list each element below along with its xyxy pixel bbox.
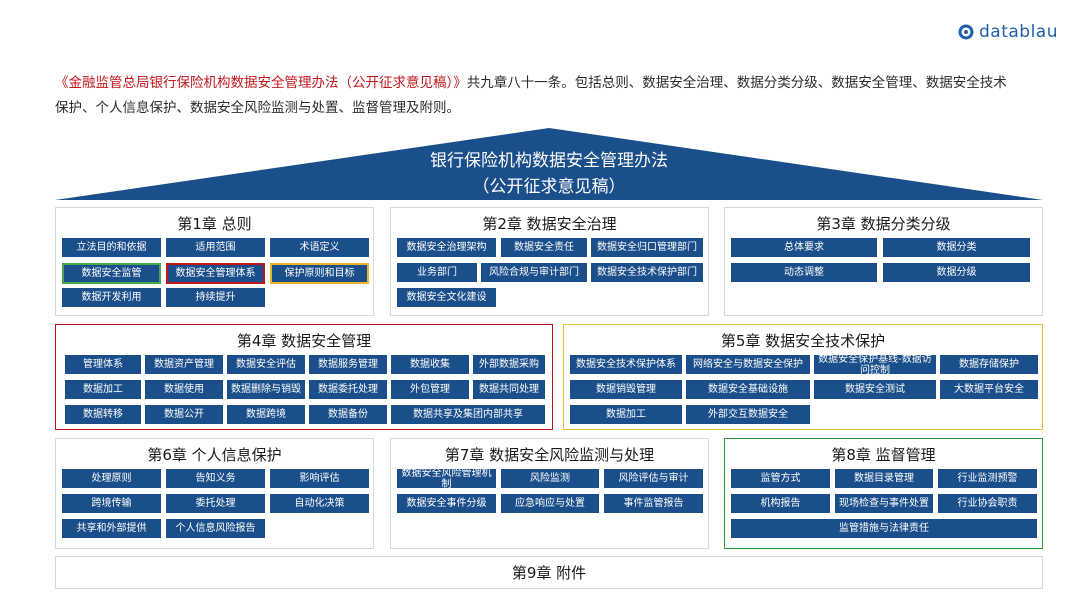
chapter-item[interactable]: 动态调整 [731, 263, 877, 282]
chapter-item[interactable]: 数据委托处理 [309, 380, 387, 399]
chapter-item[interactable]: 数据安全技术保护部门 [591, 263, 703, 282]
chapter-item[interactable]: 事件监管报告 [604, 494, 703, 513]
chapter-item[interactable]: 风险评估与审计 [604, 469, 703, 488]
chapter-item[interactable]: 管理体系 [65, 355, 141, 374]
chapter-item[interactable]: 数据跨境 [227, 405, 305, 424]
chapter-item[interactable]: 大数据平台安全 [940, 380, 1038, 399]
chapter-item[interactable]: 风险合规与审计部门 [481, 263, 587, 282]
chapter-item[interactable]: 数据使用 [145, 380, 223, 399]
chapter-item[interactable]: 数据安全保护基线-数据访问控制 [814, 355, 936, 374]
chapter-title: 第3章 数据分类分级 [816, 215, 951, 233]
chapter-item[interactable]: 数据加工 [570, 405, 682, 424]
brand-name: datablau [979, 22, 1058, 42]
chapter-item[interactable]: 共享和外部提供 [62, 519, 161, 538]
chapter-item[interactable]: 监管措施与法律责任 [731, 519, 1037, 538]
chapter-item[interactable]: 数据分级 [883, 263, 1030, 282]
chapter-item[interactable]: 数据服务管理 [309, 355, 387, 374]
chapter-item[interactable]: 数据销毁管理 [570, 380, 682, 399]
chapter-item[interactable]: 适用范围 [166, 238, 265, 257]
brand-logo: datablau [958, 22, 1058, 42]
chapter-9-panel: 第9章 附件 [55, 556, 1043, 589]
chapter-item[interactable]: 数据安全评估 [227, 355, 305, 374]
chapter-item[interactable]: 外部数据采购 [473, 355, 545, 374]
chapter-item[interactable]: 立法目的和依据 [62, 238, 161, 257]
chapter-item[interactable]: 数据分类 [883, 238, 1030, 257]
chapter-item[interactable]: 数据安全治理架构 [397, 238, 496, 257]
chapter-item[interactable]: 保护原则和目标 [270, 263, 369, 284]
chapter-item[interactable]: 持续提升 [166, 288, 265, 307]
chapter-title: 第1章 总则 [177, 215, 252, 233]
chapter-item[interactable]: 数据安全归口管理部门 [591, 238, 703, 257]
chapter-item[interactable]: 处理原则 [62, 469, 161, 488]
chapter-title: 第4章 数据安全管理 [236, 332, 372, 350]
chapter-item[interactable]: 影响评估 [270, 469, 369, 488]
chapter-item[interactable]: 数据安全技术保护体系 [570, 355, 682, 374]
chapter-item[interactable]: 跨境传输 [62, 494, 161, 513]
chapter-item[interactable]: 外包管理 [391, 380, 469, 399]
chapter-item[interactable]: 数据存储保护 [940, 355, 1038, 374]
chapter-item[interactable]: 数据公开 [145, 405, 223, 424]
chapter-title: 第6章 个人信息保护 [147, 446, 282, 464]
chapter-item[interactable]: 总体要求 [731, 238, 877, 257]
chapter-item[interactable]: 数据共享及集团内部共享 [391, 405, 545, 424]
chapter-3-panel: 第3章 数据分类分级 总体要求 数据分类 动态调整 数据分级 [724, 207, 1043, 316]
chapter-title: 第7章 数据安全风险监测与处理 [444, 446, 655, 464]
chapter-1-panel: 第1章 总则 立法目的和依据 适用范围 术语定义 数据安全监管 数据安全管理体系… [55, 207, 374, 316]
chapter-item[interactable]: 数据开发利用 [62, 288, 161, 307]
chapter-title: 第2章 数据安全治理 [482, 215, 617, 233]
diagram-title-line1: 银行保险机构数据安全管理办法 [430, 151, 668, 171]
intro-title: 《金融监管总局银行保险机构数据安全管理办法（公开征求意见稿）》 [55, 75, 467, 91]
chapter-item[interactable]: 数据转移 [65, 405, 141, 424]
chapter-title: 第9章 附件 [511, 564, 587, 582]
chapter-item[interactable]: 数据安全基础设施 [686, 380, 810, 399]
chapter-5-panel: 第5章 数据安全技术保护 数据安全技术保护体系 网络安全与数据安全保护 数据安全… [563, 324, 1043, 430]
chapter-item[interactable]: 告知义务 [166, 469, 265, 488]
chapter-item[interactable]: 数据加工 [65, 380, 141, 399]
chapter-item[interactable]: 数据安全责任 [501, 238, 587, 257]
diagram-title-line2: （公开征求意见稿） [472, 177, 626, 197]
chapter-item[interactable]: 网络安全与数据安全保护 [686, 355, 810, 374]
chapter-item[interactable]: 现场检查与事件处置 [835, 494, 933, 513]
chapter-item[interactable]: 业务部门 [397, 263, 477, 282]
chapter-title: 第5章 数据安全技术保护 [720, 332, 886, 350]
chapter-title: 第8章 监督管理 [831, 446, 936, 464]
chapter-item[interactable]: 自动化决策 [270, 494, 369, 513]
diagram-title: 银行保险机构数据安全管理办法 （公开征求意见稿） [55, 148, 1043, 200]
chapter-item[interactable]: 数据安全事件分级 [397, 494, 496, 513]
chapter-item[interactable]: 数据安全管理体系 [166, 263, 265, 284]
chapter-item[interactable]: 数据安全测试 [814, 380, 936, 399]
chapter-item[interactable]: 数据安全监管 [62, 263, 161, 284]
chapter-item[interactable]: 数据备份 [309, 405, 387, 424]
chapter-item[interactable]: 数据安全文化建设 [397, 288, 496, 307]
chapter-item[interactable]: 个人信息风险报告 [166, 519, 265, 538]
chapter-item[interactable]: 行业监测预警 [938, 469, 1037, 488]
chapter-item[interactable]: 委托处理 [166, 494, 265, 513]
chapter-2-panel: 第2章 数据安全治理 数据安全治理架构 数据安全责任 数据安全归口管理部门 业务… [390, 207, 709, 316]
chapter-item[interactable]: 外部交互数据安全 [686, 405, 810, 424]
chapter-item[interactable]: 行业协会职责 [938, 494, 1037, 513]
intro-paragraph: 《金融监管总局银行保险机构数据安全管理办法（公开征求意见稿）》共九章八十一条。包… [55, 71, 1015, 121]
chapter-item[interactable]: 数据目录管理 [835, 469, 933, 488]
chapter-item[interactable]: 数据安全风险管理机制 [397, 469, 496, 488]
chapter-item[interactable]: 风险监测 [501, 469, 599, 488]
chapter-7-panel: 第7章 数据安全风险监测与处理 数据安全风险管理机制 风险监测 风险评估与审计 … [390, 438, 709, 549]
chapter-item[interactable]: 机构报告 [731, 494, 830, 513]
datablau-logo-icon [958, 24, 974, 40]
chapter-item[interactable]: 监管方式 [731, 469, 830, 488]
chapter-item[interactable]: 数据共同处理 [473, 380, 545, 399]
chapter-item[interactable]: 数据资产管理 [145, 355, 223, 374]
chapter-item[interactable]: 数据删除与销毁 [227, 380, 305, 399]
chapter-item[interactable]: 术语定义 [270, 238, 369, 257]
chapter-item[interactable]: 数据收集 [391, 355, 469, 374]
chapter-8-panel: 第8章 监督管理 监管方式 数据目录管理 行业监测预警 机构报告 现场检查与事件… [724, 438, 1043, 549]
chapter-item[interactable]: 应急响应与处置 [501, 494, 599, 513]
chapter-4-panel: 第4章 数据安全管理 管理体系 数据资产管理 数据安全评估 数据服务管理 数据收… [55, 324, 553, 430]
chapter-6-panel: 第6章 个人信息保护 处理原则 告知义务 影响评估 跨境传输 委托处理 自动化决… [55, 438, 374, 549]
